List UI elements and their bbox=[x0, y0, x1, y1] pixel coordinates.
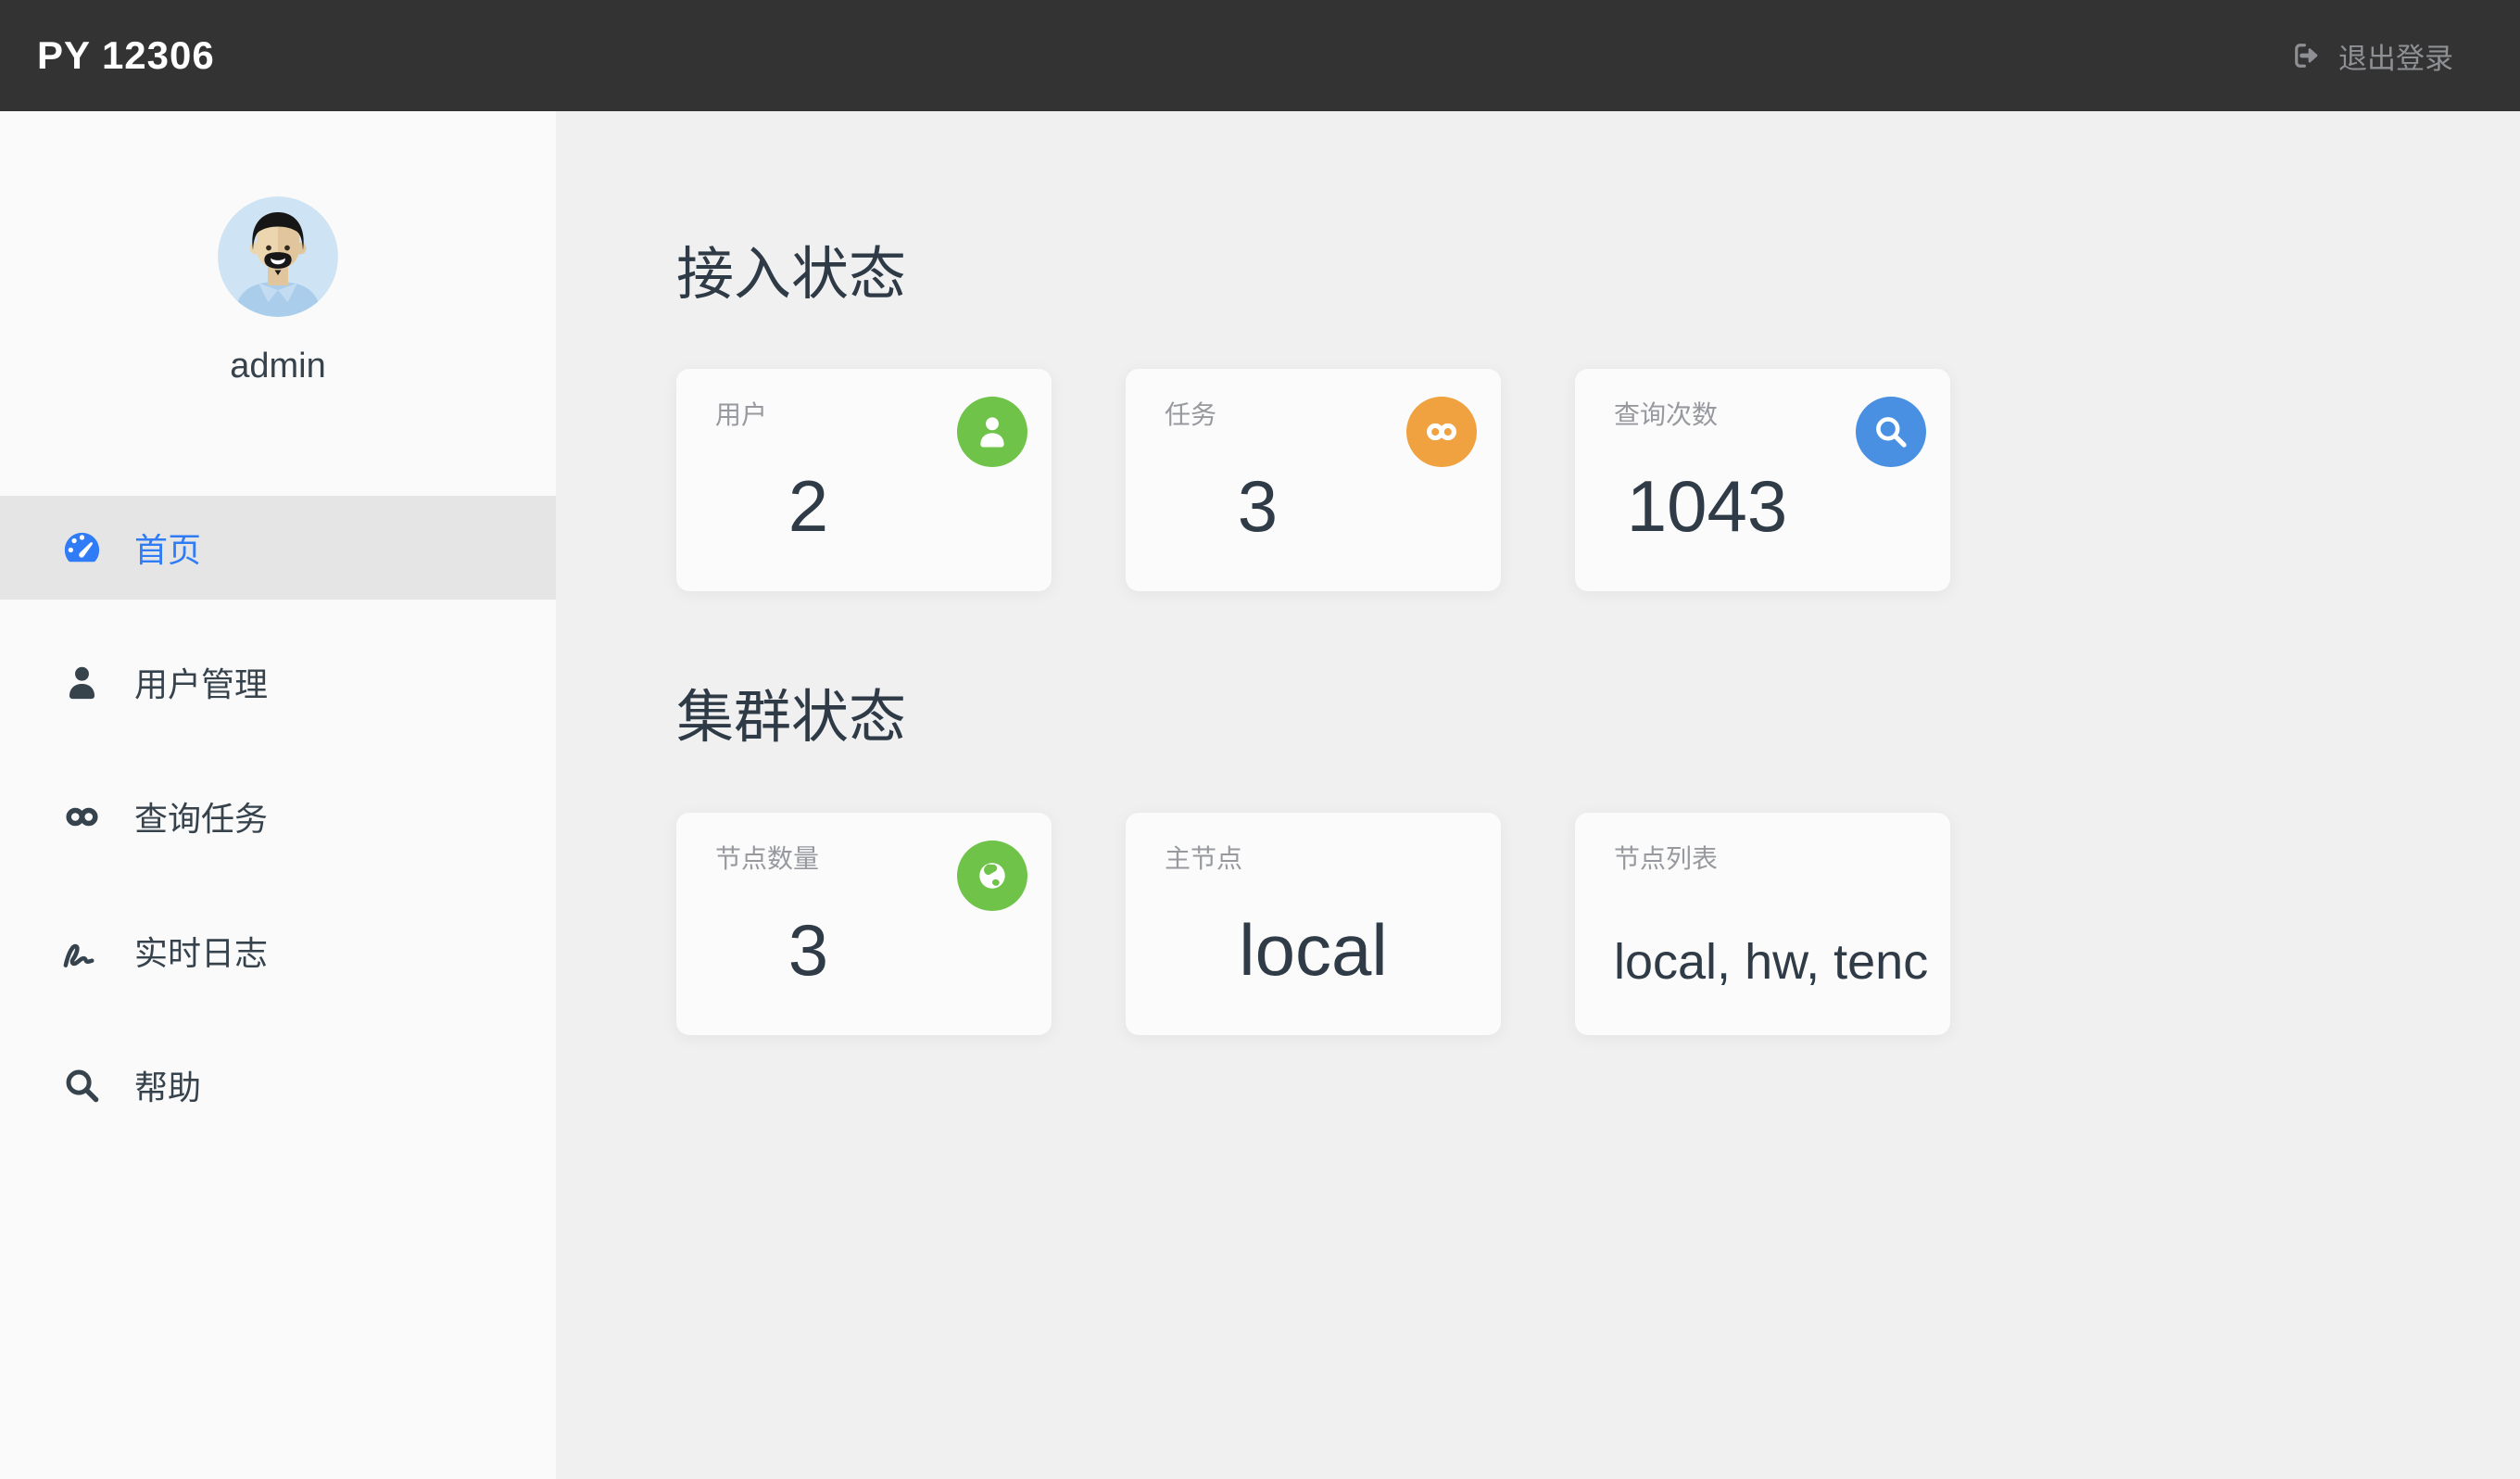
topbar: PY 12306 退出登录 bbox=[0, 0, 2520, 111]
search-icon bbox=[60, 1064, 104, 1107]
stat-card-users: 用户 2 bbox=[676, 369, 1052, 592]
sidebar-item-label: 用户管理 bbox=[134, 665, 269, 703]
sidebar-item-label: 查询任务 bbox=[134, 800, 269, 838]
infinity-icon bbox=[1406, 397, 1477, 468]
username: admin bbox=[230, 347, 326, 386]
stat-card-node-list: 节点列表 local, hw, tenc bbox=[1575, 812, 1950, 1035]
logout-button[interactable]: 退出登录 bbox=[2290, 35, 2453, 77]
infinity-icon bbox=[60, 795, 104, 839]
sidebar-item-label: 帮助 bbox=[134, 1068, 202, 1106]
card-value: local bbox=[1239, 908, 1388, 991]
card-value: 3 bbox=[1237, 465, 1279, 548]
stat-card-tasks: 任务 3 bbox=[1126, 369, 1501, 592]
stat-card-query-count: 查询次数 1043 bbox=[1575, 369, 1950, 592]
sidebar-item-home[interactable]: 首页 bbox=[0, 496, 556, 600]
access-status-cards: 用户 2 任务 3 查询次数 1043 bbox=[676, 369, 2520, 592]
user-icon bbox=[60, 661, 104, 704]
sidebar-item-help[interactable]: 帮助 bbox=[0, 1033, 556, 1137]
search-icon bbox=[1856, 397, 1926, 468]
card-value: 3 bbox=[788, 908, 829, 991]
sidebar-item-query-tasks[interactable]: 查询任务 bbox=[0, 765, 556, 868]
dashboard-icon bbox=[60, 526, 104, 570]
globe-icon bbox=[957, 840, 1027, 911]
sidebar-item-realtime-logs[interactable]: 实时日志 bbox=[0, 899, 556, 1003]
sign-out-icon bbox=[2290, 39, 2324, 72]
stat-card-master-node: 主节点 local bbox=[1126, 812, 1501, 1035]
app-title: PY 12306 bbox=[37, 33, 215, 77]
logout-label: 退出登录 bbox=[2338, 42, 2453, 75]
avatar bbox=[218, 196, 338, 317]
sidebar-item-label: 首页 bbox=[134, 531, 202, 569]
signature-icon bbox=[60, 929, 104, 973]
sidebar-item-label: 实时日志 bbox=[134, 934, 269, 972]
stat-card-node-count: 节点数量 3 bbox=[676, 812, 1052, 1035]
user-icon bbox=[957, 397, 1027, 468]
profile-block: admin bbox=[0, 196, 556, 386]
card-value: 1043 bbox=[1626, 465, 1788, 548]
card-value: local, hw, tenc bbox=[1614, 933, 1929, 990]
section-title-cluster-status: 集群状态 bbox=[676, 686, 907, 751]
card-label: 节点列表 bbox=[1614, 843, 1719, 873]
cluster-status-cards: 节点数量 3 主节点 local 节点列表 local, hw, tenc bbox=[676, 812, 2520, 1035]
section-title-access-status: 接入状态 bbox=[676, 243, 907, 307]
main-content: 接入状态 用户 2 任务 3 查询次数 1043 集群状态 节点数量 3 主节点… bbox=[556, 111, 2520, 1479]
sidebar-menu: 首页 用户管理 查询任务 实时日志 帮助 bbox=[0, 496, 556, 1137]
sidebar-item-user-management[interactable]: 用户管理 bbox=[0, 630, 556, 734]
sidebar: admin 首页 用户管理 查询任务 实时日志 帮助 bbox=[0, 111, 556, 1479]
card-value: 2 bbox=[788, 465, 829, 548]
card-label: 主节点 bbox=[1165, 843, 1243, 873]
